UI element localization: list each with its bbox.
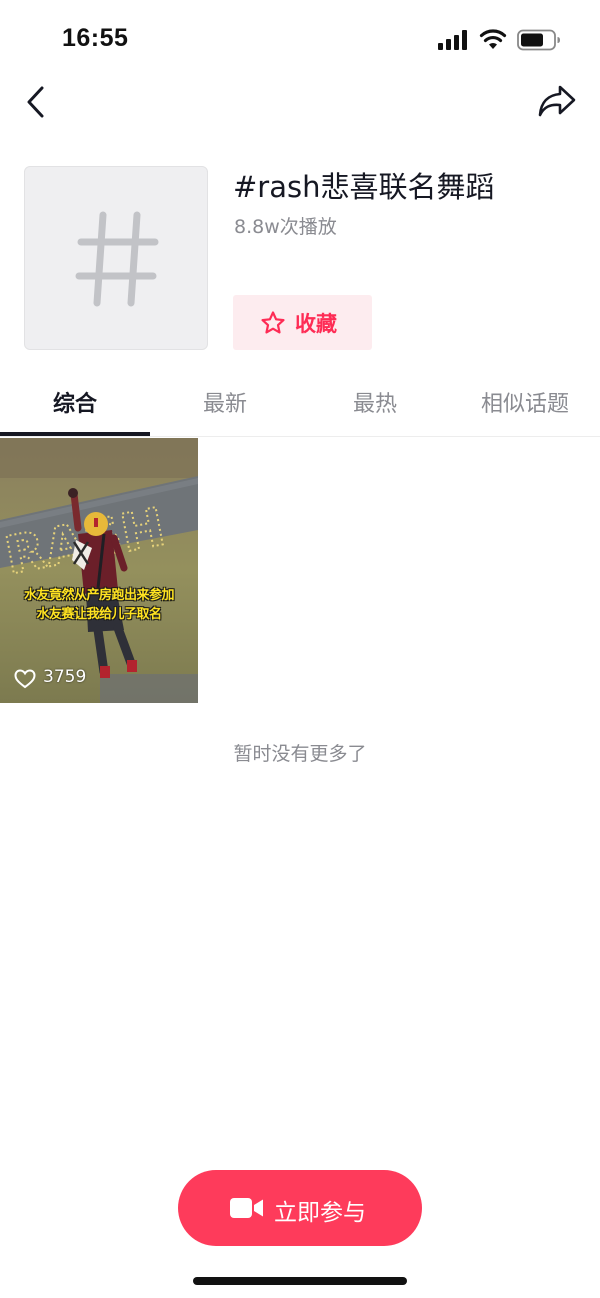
signal-icon xyxy=(438,30,467,50)
heart-outline-icon xyxy=(14,669,36,689)
tab-hottest[interactable]: 最热 xyxy=(300,386,450,418)
video-caption-line-1: 水友竟然从产房跑出来参加 xyxy=(23,588,175,603)
tab-similar-topics[interactable]: 相似话题 xyxy=(450,386,600,418)
hashtag-icon xyxy=(75,211,159,307)
video-caption-line-2: 水友赛让我给儿子取名 xyxy=(36,607,162,622)
status-time: 16:55 xyxy=(62,24,129,52)
play-count: 8.8w次播放 xyxy=(234,216,337,238)
video-card[interactable]: RASH 水友竟然从产房跑出来参加 水友赛让我给儿子取名 3759 xyxy=(0,438,198,703)
favorite-button[interactable]: 收藏 xyxy=(233,295,372,350)
join-now-label: 立即参与 xyxy=(274,1200,366,1226)
favorite-label: 收藏 xyxy=(295,312,337,336)
star-outline-icon xyxy=(261,311,285,334)
tab-comprehensive[interactable]: 综合 xyxy=(0,386,150,418)
share-arrow-icon xyxy=(538,85,576,117)
video-camera-icon xyxy=(230,1198,263,1218)
share-button[interactable] xyxy=(536,82,578,120)
video-thumbnail: RASH xyxy=(0,438,198,703)
back-button[interactable] xyxy=(20,82,54,122)
join-now-button[interactable]: 立即参与 xyxy=(178,1170,422,1246)
video-like-count: 3759 xyxy=(43,667,87,687)
wifi-icon xyxy=(479,29,507,49)
tab-latest[interactable]: 最新 xyxy=(150,386,300,418)
home-indicator xyxy=(193,1277,407,1285)
tab-divider xyxy=(0,436,600,437)
topic-cover xyxy=(24,166,208,350)
battery-icon xyxy=(517,29,560,51)
chevron-left-icon xyxy=(27,86,44,118)
no-more-hint: 暂时没有更多了 xyxy=(233,743,367,765)
topic-title: #rash悲喜联名舞蹈 xyxy=(233,170,495,204)
